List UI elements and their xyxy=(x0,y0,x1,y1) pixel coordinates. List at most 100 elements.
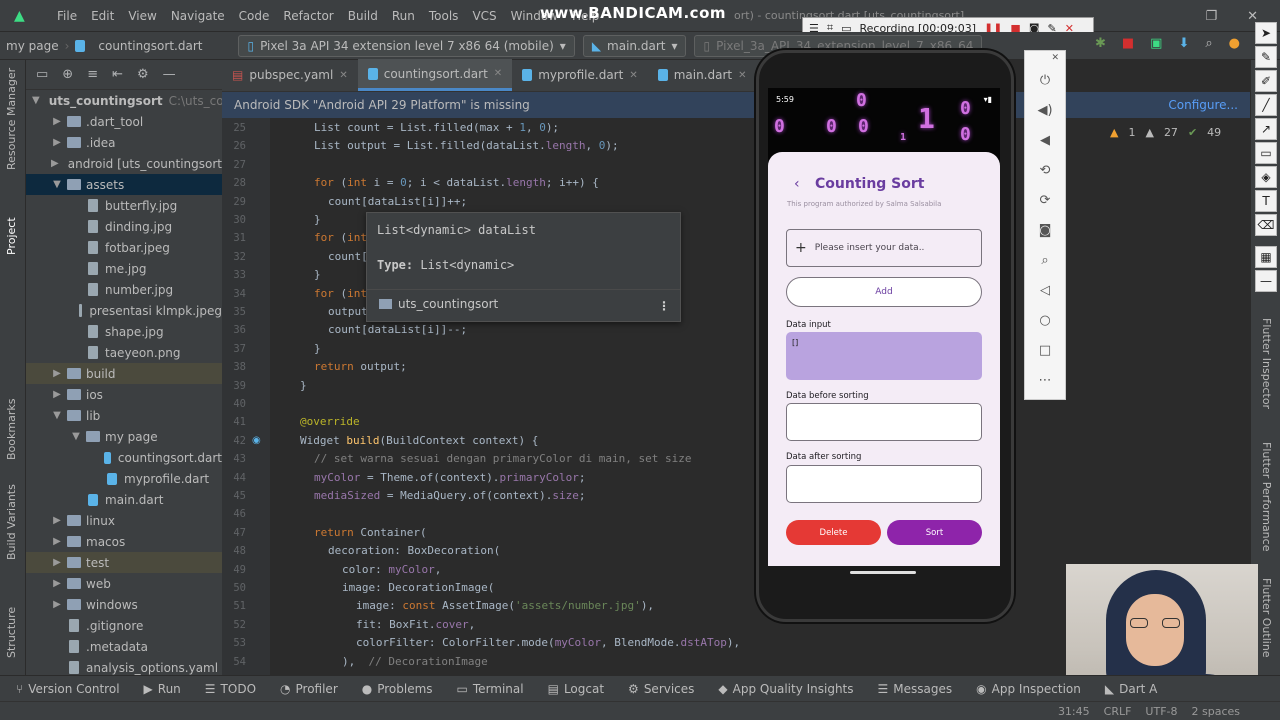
code-line[interactable]: count[ xyxy=(328,250,368,263)
volume-down-icon[interactable]: ◀ xyxy=(1025,133,1065,148)
rotate-right-icon[interactable]: ⟳ xyxy=(1025,193,1065,208)
cursor-position[interactable]: 31:45 xyxy=(1058,705,1090,718)
close-tab-icon[interactable]: ✕ xyxy=(339,70,347,81)
tool-window-logcat[interactable]: ▤ Logcat xyxy=(538,682,614,696)
code-line[interactable]: return Container( xyxy=(314,526,427,539)
tree-item[interactable]: main.dart xyxy=(26,489,222,510)
expand-all-icon[interactable]: ≡ xyxy=(87,67,98,82)
screenshot-icon[interactable]: ◙ xyxy=(1025,223,1065,238)
code-line[interactable]: // set warna sesuai dengan primaryColor … xyxy=(314,452,692,465)
tab-flutter-inspector[interactable]: Flutter Inspector xyxy=(1260,318,1273,409)
thickness-tool-icon[interactable]: — xyxy=(1255,270,1277,292)
tab-flutter-outline[interactable]: Flutter Outline xyxy=(1260,578,1273,658)
code-line[interactable]: } xyxy=(300,379,307,392)
code-line[interactable]: List count = List.filled(max + 1, 0); xyxy=(314,121,559,134)
code-line[interactable]: @override xyxy=(300,415,360,428)
override-gutter-icon[interactable]: ◉ xyxy=(252,435,261,446)
chevron-down-icon[interactable]: ▼ xyxy=(51,410,63,421)
layout-icon[interactable]: ▭ xyxy=(36,67,48,82)
chevron-right-icon[interactable]: ▶ xyxy=(51,578,63,589)
menu-navigate[interactable]: Navigate xyxy=(164,9,232,23)
menu-edit[interactable]: Edit xyxy=(84,9,121,23)
update-icon[interactable]: ● xyxy=(1229,36,1240,51)
tree-item[interactable]: ▼ assets xyxy=(26,174,222,195)
tree-item[interactable]: myprofile.dart xyxy=(26,468,222,489)
tab-build-variants[interactable]: Build Variants xyxy=(5,484,18,560)
tree-item[interactable]: ▼ my page xyxy=(26,426,222,447)
more-options-icon[interactable]: ⋮ xyxy=(658,299,670,313)
tab-flutter-performance[interactable]: Flutter Performance xyxy=(1260,442,1273,551)
tool-window-terminal[interactable]: ▭ Terminal xyxy=(447,682,534,696)
debug-icon[interactable]: ✱ xyxy=(1095,36,1106,51)
chevron-right-icon[interactable]: ▶ xyxy=(51,557,63,568)
file-encoding[interactable]: UTF-8 xyxy=(1145,705,1177,718)
code-line[interactable]: mediaSized = MediaQuery.of(context).size… xyxy=(314,489,586,502)
tree-item[interactable]: ▶ web xyxy=(26,573,222,594)
more-icon[interactable]: ⋯ xyxy=(1025,373,1065,388)
arrow-tool-icon[interactable]: ↗ xyxy=(1255,118,1277,140)
rectangle-tool-icon[interactable]: ▭ xyxy=(1255,142,1277,164)
tree-item[interactable]: ▶ .idea xyxy=(26,132,222,153)
code-line[interactable]: for (int xyxy=(314,231,367,244)
minimize-icon[interactable]: — xyxy=(163,67,176,82)
code-line[interactable]: myColor = Theme.of(context).primaryColor… xyxy=(314,471,586,484)
code-line[interactable]: decoration: BoxDecoration( xyxy=(328,544,500,557)
search-icon[interactable]: ⌕ xyxy=(1205,36,1212,51)
menu-code[interactable]: Code xyxy=(232,9,277,23)
zoom-icon[interactable]: ⌕ xyxy=(1025,253,1065,268)
code-line[interactable]: } xyxy=(314,213,321,226)
tree-item[interactable]: ▶ .dart_tool xyxy=(26,111,222,132)
tree-item[interactable]: fotbar.jpeg xyxy=(26,237,222,258)
tree-item[interactable]: ▶ windows xyxy=(26,594,222,615)
tab-pubspec[interactable]: ▤ pubspec.yaml ✕ xyxy=(222,59,358,91)
tab-countingsort[interactable]: countingsort.dart ✕ xyxy=(357,59,513,91)
tab-project[interactable]: Project xyxy=(5,217,18,255)
chevron-right-icon[interactable]: ▶ xyxy=(51,137,63,148)
chevron-down-icon[interactable]: ▼ xyxy=(32,95,40,106)
menu-tools[interactable]: Tools xyxy=(422,9,466,23)
chevron-down-icon[interactable]: ▼ xyxy=(51,179,63,190)
eraser-tool-icon[interactable]: ⌫ xyxy=(1255,214,1277,236)
indent-setting[interactable]: 2 spaces xyxy=(1192,705,1241,718)
code-line[interactable]: for (int xyxy=(314,287,367,300)
pen-tool-icon[interactable]: ✎ xyxy=(1255,46,1277,68)
menu-vcs[interactable]: VCS xyxy=(465,9,503,23)
tree-item[interactable]: me.jpg xyxy=(26,258,222,279)
line-separator[interactable]: CRLF xyxy=(1104,705,1132,718)
tool-window-app-quality-insights[interactable]: ◆ App Quality Insights xyxy=(708,682,863,696)
tree-item[interactable]: ▼ lib xyxy=(26,405,222,426)
device-selector[interactable]: ▯ Pixel 3a API 34 extension level 7 x86 … xyxy=(238,34,575,57)
volume-up-icon[interactable]: ◀) xyxy=(1025,103,1065,118)
tool-window-dart-a[interactable]: ◣ Dart A xyxy=(1095,682,1168,696)
tree-item[interactable]: ▶ android [uts_countingsort xyxy=(26,153,222,174)
inspection-widget[interactable]: ▲ 1 ▲ 27 ✔ 49 xyxy=(1110,126,1221,139)
menu-view[interactable]: View xyxy=(121,9,163,23)
rotate-left-icon[interactable]: ⟲ xyxy=(1025,163,1065,178)
tool-window-run[interactable]: ▶ Run xyxy=(134,682,191,696)
add-button[interactable]: Add xyxy=(786,277,982,307)
tab-resource-manager[interactable]: Resource Manager xyxy=(5,68,18,170)
run-config-selector[interactable]: ◣ main.dart ▾ xyxy=(582,34,687,57)
tool-window-app-inspection[interactable]: ◉ App Inspection xyxy=(966,682,1091,696)
breadcrumb-my-page[interactable]: my page xyxy=(0,39,65,53)
marker-tool-icon[interactable]: ✐ xyxy=(1255,70,1277,92)
text-tool-icon[interactable]: T xyxy=(1255,190,1277,212)
sort-button[interactable]: Sort xyxy=(887,520,982,545)
tree-item[interactable]: butterfly.jpg xyxy=(26,195,222,216)
code-line[interactable]: output xyxy=(328,305,368,318)
menu-refactor[interactable]: Refactor xyxy=(276,9,340,23)
code-line[interactable]: return output; xyxy=(314,360,407,373)
home-icon[interactable]: ○ xyxy=(1025,313,1065,328)
tree-item[interactable]: ▼ uts_countingsort C:\uts_coun xyxy=(26,90,222,111)
tree-item[interactable]: ▶ ios xyxy=(26,384,222,405)
tab-bookmarks[interactable]: Bookmarks xyxy=(5,399,18,460)
chevron-right-icon[interactable]: ▶ xyxy=(51,599,63,610)
code-line[interactable]: ), // DecorationImage xyxy=(342,655,488,668)
back-arrow-icon[interactable]: ‹ xyxy=(794,176,800,192)
power-icon[interactable]: ⏻ xyxy=(1025,73,1065,88)
sdk-icon[interactable]: ⬇ xyxy=(1178,36,1189,51)
tool-window-problems[interactable]: ● Problems xyxy=(352,682,443,696)
tree-item[interactable]: ▶ macos xyxy=(26,531,222,552)
close-tab-icon[interactable]: ✕ xyxy=(738,70,746,81)
code-line[interactable]: List output = List.filled(dataList.lengt… xyxy=(314,139,619,152)
